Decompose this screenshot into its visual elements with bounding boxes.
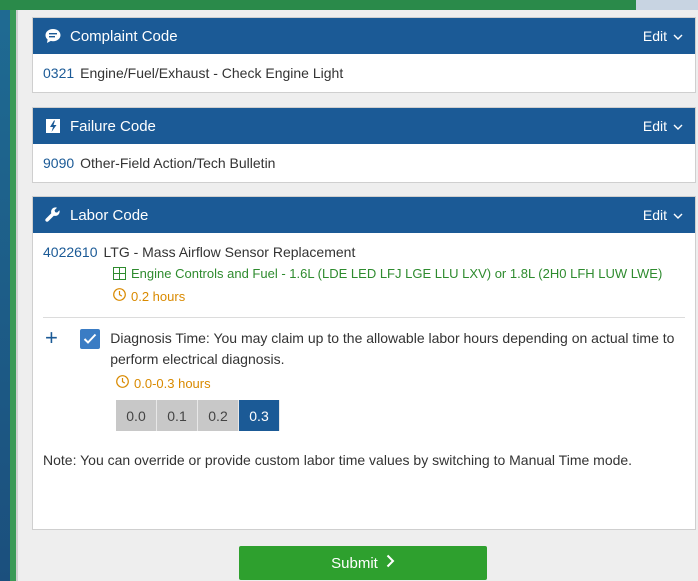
complaint-code-header: Complaint Code Edit	[33, 18, 695, 54]
diagnosis-text: Diagnosis Time: You may claim up to the …	[110, 330, 675, 367]
claim-panel: Complaint Code Edit 0321 Engine/Fuel/Exha…	[16, 10, 698, 581]
labor-hours-text: 0.2 hours	[131, 289, 186, 304]
manual-time-note: Note: You can override or provide custom…	[43, 452, 633, 468]
lightning-document-icon	[43, 116, 63, 136]
chevron-down-icon	[673, 118, 683, 134]
complaint-code-body: 0321 Engine/Fuel/Exhaust - Check Engine L…	[33, 54, 695, 92]
divider	[43, 317, 685, 318]
edit-label: Edit	[642, 28, 667, 44]
labor-edit-button[interactable]: Edit	[643, 207, 683, 223]
diagnosis-hours: 0.0-0.3 hours	[116, 374, 685, 394]
failure-code-card: Failure Code Edit 9090 Other-Field Action…	[32, 107, 696, 183]
window-frame-top	[0, 0, 698, 10]
submit-button[interactable]: Submit	[239, 546, 487, 580]
chat-bubble-icon	[43, 26, 63, 46]
vehicle-text: Engine Controls and Fuel - 1.6L (LDE LED…	[131, 266, 663, 281]
chevron-down-icon	[673, 28, 683, 44]
clock-icon	[113, 287, 126, 307]
time-option-0-0[interactable]: 0.0	[116, 400, 157, 431]
complaint-edit-button[interactable]: Edit	[643, 28, 683, 44]
vehicle-applicability: Engine Controls and Fuel - 1.6L (LDE LED…	[113, 265, 685, 284]
edit-label: Edit	[642, 118, 667, 134]
labor-code-line: 4022610 LTG - Mass Airflow Sensor Replace…	[43, 242, 685, 262]
labor-hours: 0.2 hours	[113, 287, 685, 307]
failure-code-number: 9090	[43, 155, 75, 171]
labor-code-header: Labor Code Edit	[33, 197, 695, 233]
complaint-code-title: Complaint Code	[70, 27, 178, 45]
labor-code-number: 4022610	[43, 244, 98, 260]
diagnosis-time-selector: 0.0 0.1 0.2 0.3	[116, 400, 685, 431]
wrench-icon	[43, 205, 63, 225]
failure-code-header: Failure Code Edit	[33, 108, 695, 144]
labor-code-description: LTG - Mass Airflow Sensor Replacement	[103, 244, 356, 260]
add-icon[interactable]: +	[45, 327, 68, 349]
clock-icon	[116, 374, 129, 394]
time-option-0-1[interactable]: 0.1	[157, 400, 198, 431]
failure-code-body: 9090 Other-Field Action/Tech Bulletin	[33, 144, 695, 182]
complaint-code-description: Engine/Fuel/Exhaust - Check Engine Light	[80, 65, 344, 81]
time-option-0-3[interactable]: 0.3	[239, 400, 280, 431]
complaint-code-number: 0321	[43, 65, 75, 81]
failure-edit-button[interactable]: Edit	[643, 118, 683, 134]
labor-code-body: 4022610 LTG - Mass Airflow Sensor Replace…	[33, 233, 695, 480]
window-frame-top-right	[636, 0, 698, 10]
chevron-right-icon	[386, 554, 395, 572]
time-option-0-2[interactable]: 0.2	[198, 400, 239, 431]
diagnosis-range: 0.0-0.3 hours	[134, 376, 211, 391]
diagnosis-checkbox[interactable]	[80, 329, 101, 349]
grid-icon	[113, 265, 126, 284]
diagnosis-row: + Diagnosis Time: You may claim up to th…	[43, 327, 685, 370]
labor-code-card: Labor Code Edit 4022610 LTG - Mass Airflo…	[32, 196, 696, 530]
complaint-code-card: Complaint Code Edit 0321 Engine/Fuel/Exha…	[32, 17, 696, 93]
failure-code-description: Other-Field Action/Tech Bulletin	[80, 155, 276, 171]
labor-code-title: Labor Code	[70, 206, 149, 224]
submit-label: Submit	[331, 554, 378, 572]
failure-code-title: Failure Code	[70, 117, 156, 135]
chevron-down-icon	[673, 207, 683, 223]
edit-label: Edit	[642, 207, 667, 223]
